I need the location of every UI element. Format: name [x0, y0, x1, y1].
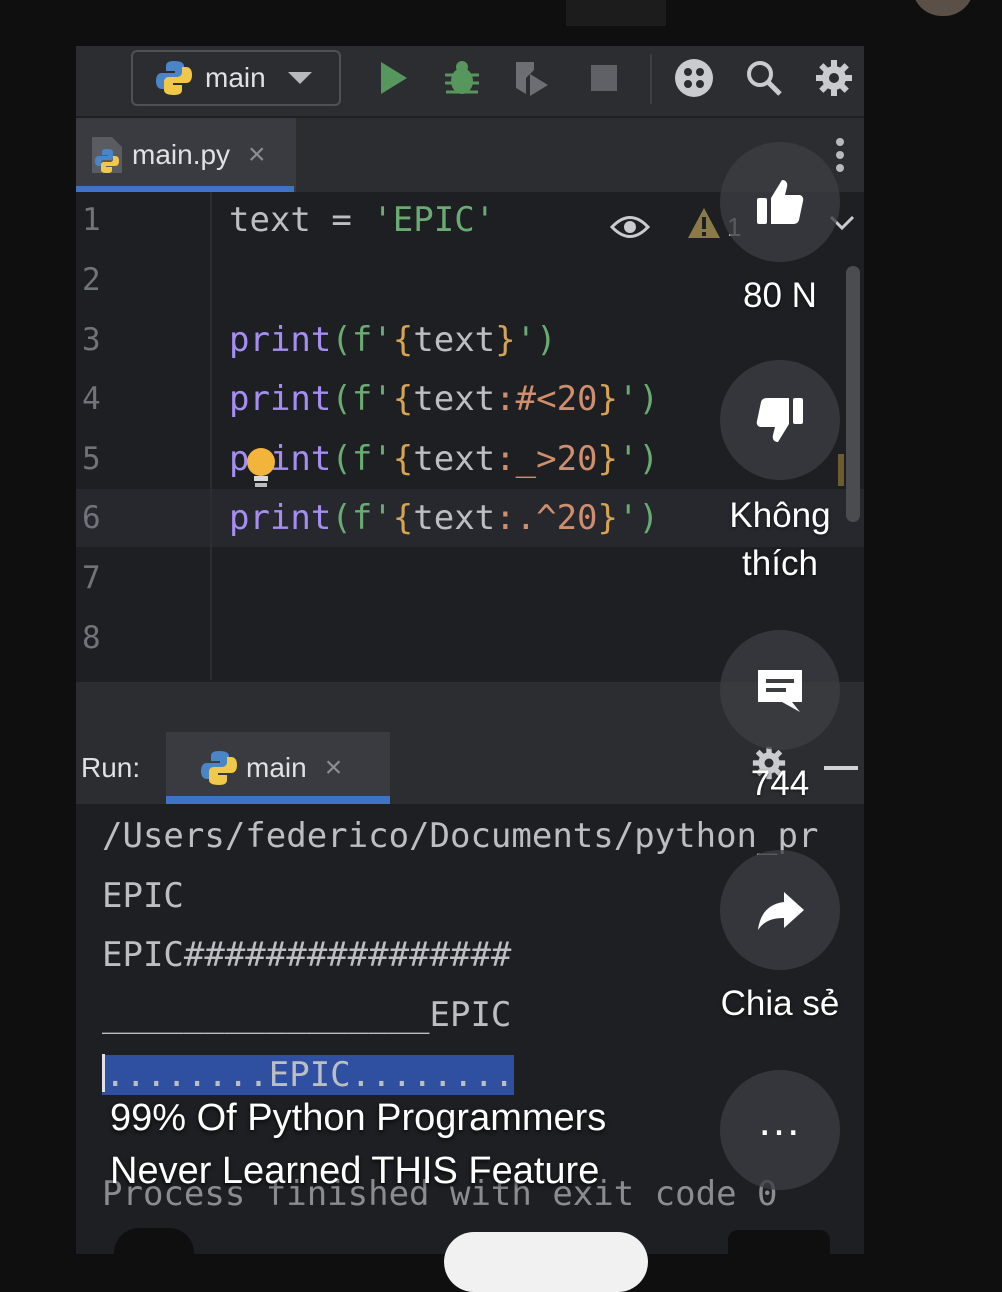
- console-output-line: EPIC: [102, 876, 184, 916]
- toolbar-divider: [650, 54, 652, 104]
- settings-button[interactable]: [814, 58, 854, 98]
- gutter-divider: [210, 192, 212, 680]
- code-line-3: print(f'{text}'): [229, 320, 557, 360]
- code-line-1: text = 'EPIC': [229, 200, 496, 240]
- dislike-button[interactable]: [720, 360, 840, 480]
- video-caption-line-1: 99% Of Python Programmers: [110, 1097, 607, 1139]
- line-number: 8: [82, 620, 101, 656]
- comment-count: 744: [750, 764, 810, 803]
- grid-dots-icon: [675, 59, 713, 97]
- share-arrow-icon: [758, 892, 804, 930]
- close-run-tab-icon[interactable]: ×: [325, 751, 343, 785]
- selected-output: ........EPIC........: [105, 1055, 515, 1095]
- bug-icon: [445, 61, 479, 94]
- coverage-button[interactable]: [512, 58, 552, 98]
- eye-icon[interactable]: [610, 214, 650, 240]
- more-horizontal-icon: ...: [758, 1096, 802, 1145]
- python-file-icon: [92, 137, 122, 173]
- like-button[interactable]: [720, 142, 840, 262]
- line-number: 4: [82, 381, 101, 417]
- line-number: 7: [82, 560, 101, 596]
- console-path-line: /Users/federico/Documents/python_pr: [102, 816, 819, 856]
- subscribe-button[interactable]: [444, 1232, 648, 1292]
- line-number: 5: [82, 441, 101, 477]
- tab-main-py[interactable]: main.py ×: [76, 118, 296, 192]
- console-output-line: ________________EPIC: [102, 995, 512, 1035]
- share-label: Chia sẻ: [720, 984, 840, 1023]
- warning-marker[interactable]: [838, 454, 844, 486]
- code-line-6: print(f'{text:.^20}'): [229, 498, 659, 538]
- line-number: 6: [82, 500, 101, 536]
- gear-icon: [816, 60, 852, 96]
- code-line-4: print(f'{text:#<20}'): [229, 379, 659, 419]
- sound-thumbnail[interactable]: [728, 1230, 830, 1270]
- run-panel-label: Run:: [81, 752, 141, 783]
- search-button[interactable]: [744, 58, 784, 98]
- warning-icon[interactable]: [686, 206, 722, 240]
- avatar[interactable]: [912, 0, 974, 16]
- line-number: 1: [82, 202, 101, 238]
- console-selected-line: ........EPIC........: [102, 1054, 515, 1095]
- like-count: 80 N: [743, 276, 817, 315]
- console-output-line: EPIC################: [102, 935, 512, 975]
- active-run-tab-indicator: [166, 796, 390, 804]
- python-icon: [201, 751, 237, 785]
- line-number: 2: [82, 262, 101, 298]
- top-bar: [0, 0, 1002, 46]
- dislike-label: Không thích: [729, 496, 831, 583]
- top-bar-block: [566, 0, 666, 26]
- line-number: 3: [82, 322, 101, 358]
- code-line-5: print(f'{text:_>20}'): [229, 439, 659, 479]
- stop-button[interactable]: [584, 58, 624, 98]
- plugins-button[interactable]: [674, 58, 714, 98]
- tab-run-main[interactable]: main ×: [166, 732, 390, 804]
- chevron-down-icon: [287, 72, 312, 84]
- more-options-icon[interactable]: [836, 138, 846, 177]
- comments-button[interactable]: [720, 630, 840, 750]
- run-configuration-select[interactable]: main: [131, 50, 341, 106]
- thumbs-down-icon: [756, 398, 803, 442]
- run-configuration-label: main: [205, 62, 266, 93]
- lightbulb-icon[interactable]: [244, 446, 278, 490]
- comment-icon: [758, 670, 802, 712]
- channel-avatar[interactable]: [114, 1228, 194, 1278]
- stop-icon: [591, 65, 617, 91]
- thumbs-up-icon: [757, 180, 804, 224]
- video-caption-line-2: Never Learned THIS Feature: [110, 1150, 600, 1192]
- debug-button[interactable]: [442, 58, 482, 98]
- tab-filename: main.py: [132, 139, 231, 170]
- run-with-coverage-icon: [516, 62, 548, 96]
- ide-toolbar: main: [76, 46, 864, 116]
- search-icon: [747, 61, 782, 96]
- play-icon: [381, 62, 407, 94]
- close-tab-icon[interactable]: ×: [248, 138, 266, 172]
- more-actions-button[interactable]: ...: [720, 1070, 840, 1190]
- python-icon: [156, 61, 192, 95]
- share-button[interactable]: [720, 850, 840, 970]
- run-button[interactable]: [374, 58, 414, 98]
- run-tab-label: main: [246, 752, 307, 783]
